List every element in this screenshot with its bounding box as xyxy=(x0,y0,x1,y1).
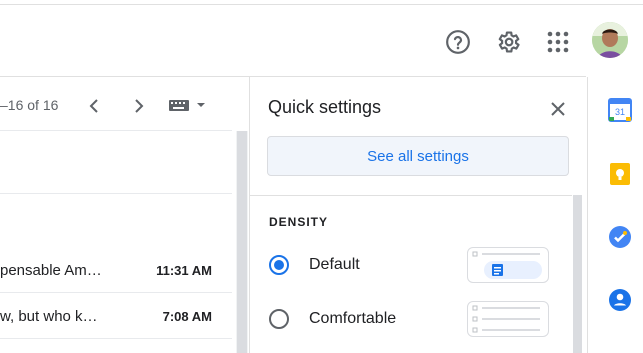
side-panel: 31 xyxy=(587,77,643,353)
quick-settings-title: Quick settings xyxy=(268,97,382,117)
tasks-icon[interactable] xyxy=(608,225,632,249)
density-heading: DENSITY xyxy=(269,215,329,229)
settings-scrollbar[interactable] xyxy=(573,195,582,353)
default-density-preview[interactable] xyxy=(467,247,549,283)
apps-grid-icon[interactable] xyxy=(538,22,578,62)
density-option-default[interactable]: Default xyxy=(269,247,569,283)
newer-chevron-icon[interactable] xyxy=(127,94,151,118)
density-option-label: Default xyxy=(309,256,360,273)
mail-scrollbar-thumb[interactable] xyxy=(237,131,247,353)
top-divider xyxy=(0,4,643,5)
help-icon[interactable] xyxy=(438,22,478,62)
keep-icon[interactable] xyxy=(608,162,632,186)
gear-icon[interactable] xyxy=(488,22,528,62)
email-time: 11:31 AM xyxy=(156,263,212,278)
close-icon[interactable] xyxy=(544,95,572,123)
quick-settings-panel: Quick settings See all settings DENSITY … xyxy=(249,77,586,353)
older-chevron-icon[interactable] xyxy=(82,94,106,118)
radio-unselected[interactable] xyxy=(269,309,289,329)
list-divider xyxy=(0,193,232,194)
email-snippet: w, but who k… xyxy=(0,308,98,325)
panel-divider xyxy=(250,195,572,196)
email-row[interactable]: pensable Am… 11:31 AM xyxy=(0,249,232,293)
calendar-icon[interactable]: 31 xyxy=(608,98,632,122)
input-tools-button[interactable] xyxy=(168,98,208,117)
email-snippet: pensable Am… xyxy=(0,262,102,279)
calendar-day: 31 xyxy=(615,107,625,117)
radio-selected[interactable] xyxy=(269,255,289,275)
list-divider xyxy=(0,292,232,293)
density-option-label: Comfortable xyxy=(309,310,397,327)
avatar[interactable] xyxy=(592,22,628,58)
email-row[interactable]: w, but who k… 7:08 AM xyxy=(0,295,232,339)
list-divider xyxy=(0,130,232,131)
list-divider xyxy=(0,338,232,339)
pagination-text: –16 of 16 xyxy=(0,97,59,113)
email-time: 7:08 AM xyxy=(162,309,212,324)
contacts-icon[interactable] xyxy=(608,288,632,312)
comfortable-density-preview[interactable] xyxy=(467,301,549,337)
density-option-comfortable[interactable]: Comfortable xyxy=(269,301,569,337)
see-all-settings-button[interactable]: See all settings xyxy=(267,136,569,176)
